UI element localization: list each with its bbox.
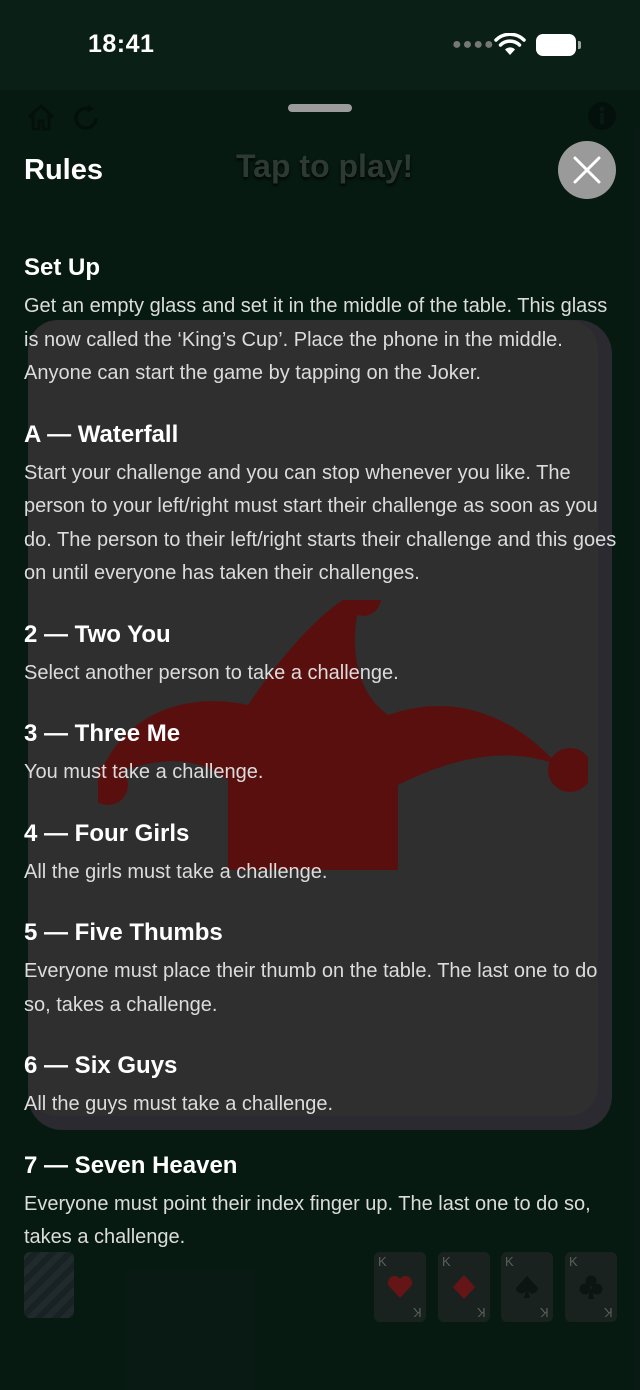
battery-icon	[536, 34, 582, 58]
rule-item: 5 — Five Thumbs Everyone must place thei…	[24, 917, 624, 1022]
rule-title: 7 — Seven Heaven	[24, 1151, 238, 1179]
rule-body: Everyone must place their thumb on the t…	[24, 960, 598, 1016]
close-button[interactable]	[558, 141, 616, 199]
rule-item: Set Up Get an empty glass and set it in …	[24, 252, 624, 391]
rule-body: Select another person to take a challeng…	[24, 661, 399, 684]
rule-body: Start your challenge and you can stop wh…	[24, 461, 617, 585]
page-title: Rules	[24, 154, 103, 186]
rule-item: 6 — Six Guys All the guys must take a ch…	[24, 1050, 624, 1122]
rule-title: 3 — Three Me	[24, 720, 181, 747]
rule-item: A — Waterfall Start your challenge and y…	[24, 419, 624, 591]
close-icon	[573, 156, 601, 184]
info-icon	[588, 102, 616, 130]
rule-item: 7 — Seven Heaven Everyone must point the…	[24, 1150, 624, 1255]
tap-to-play-label: Tap to play!	[236, 148, 414, 184]
rule-title: 4 — Four Girls	[24, 819, 190, 847]
rule-title: 5 — Five Thumbs	[24, 919, 223, 946]
rules-sheet: Tap to play! K K K K K K K K Rules Set U…	[0, 90, 640, 1390]
rules-list: Set Up Get an empty glass and set it in …	[24, 252, 624, 1283]
status-time: 18:41	[88, 30, 155, 58]
rule-title: Set Up	[24, 254, 101, 281]
cellular-icon: ●●●●	[452, 36, 495, 53]
rule-body: All the guys must take a challenge.	[24, 1093, 334, 1115]
rule-title: A — Waterfall	[24, 420, 179, 448]
rule-item: 4 — Four Girls All the girls must take a…	[24, 818, 624, 890]
rule-item: 3 — Three Me You must take a challenge.	[24, 718, 624, 790]
rule-body: You must take a challenge.	[24, 761, 264, 783]
status-bar: 18:41 ●●●●	[0, 0, 640, 90]
rule-body: All the girls must take a challenge.	[24, 860, 328, 883]
rule-title: 2 — Two You	[24, 620, 171, 648]
rule-title: 6 — Six Guys	[24, 1052, 178, 1079]
reload-icon	[74, 104, 98, 130]
rule-item: 2 — Two You Select another person to tak…	[24, 619, 624, 691]
home-icon	[27, 103, 55, 131]
rule-body: Get an empty glass and set it in the mid…	[24, 295, 608, 384]
wifi-icon	[494, 33, 526, 55]
rule-body: Everyone must point their index finger u…	[24, 1192, 591, 1249]
sheet-grabber[interactable]	[288, 104, 352, 112]
